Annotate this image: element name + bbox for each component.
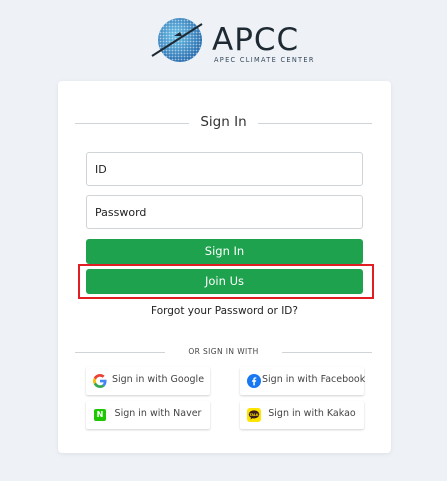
- naver-icon: N: [93, 408, 107, 422]
- google-signin-button[interactable]: Sign in with Google: [86, 367, 210, 395]
- signin-button[interactable]: Sign In: [86, 239, 363, 264]
- signin-heading: Sign In: [75, 114, 372, 134]
- google-signin-label: Sign in with Google: [111, 374, 205, 385]
- apcc-logo: APCC APEC CLIMATE CENTER: [150, 14, 320, 68]
- facebook-icon: [247, 374, 261, 388]
- naver-signin-label: Sign in with Naver: [114, 408, 202, 419]
- divider-line-right: [258, 123, 372, 124]
- kakao-signin-button[interactable]: TALK Sign in with Kakao: [240, 401, 364, 429]
- facebook-signin-button[interactable]: Sign in with Facebook: [240, 367, 366, 395]
- logo-wordmark: APCC: [212, 22, 300, 58]
- globe-logo-icon: [151, 18, 203, 62]
- divider-line-right: [282, 352, 372, 353]
- password-input[interactable]: [86, 195, 363, 229]
- kakao-icon: TALK: [247, 408, 261, 422]
- forgot-password-link[interactable]: Forgot your Password or ID?: [58, 305, 391, 317]
- kakao-glyph: TALK: [249, 413, 259, 417]
- id-input[interactable]: [86, 152, 363, 186]
- naver-signin-button[interactable]: N Sign in with Naver: [86, 401, 210, 429]
- or-divider: OR SIGN IN WITH: [75, 347, 372, 359]
- google-icon: [93, 374, 107, 388]
- facebook-signin-label: Sign in with Facebook: [262, 374, 366, 385]
- kakao-signin-label: Sign in with Kakao: [268, 408, 356, 419]
- naver-glyph: N: [94, 409, 106, 421]
- join-us-button[interactable]: Join Us: [86, 269, 363, 294]
- logo-subtitle: APEC CLIMATE CENTER: [214, 56, 315, 64]
- signin-card: Sign In Sign In Join Us Forgot your Pass…: [58, 81, 391, 453]
- signin-title: Sign In: [200, 114, 247, 130]
